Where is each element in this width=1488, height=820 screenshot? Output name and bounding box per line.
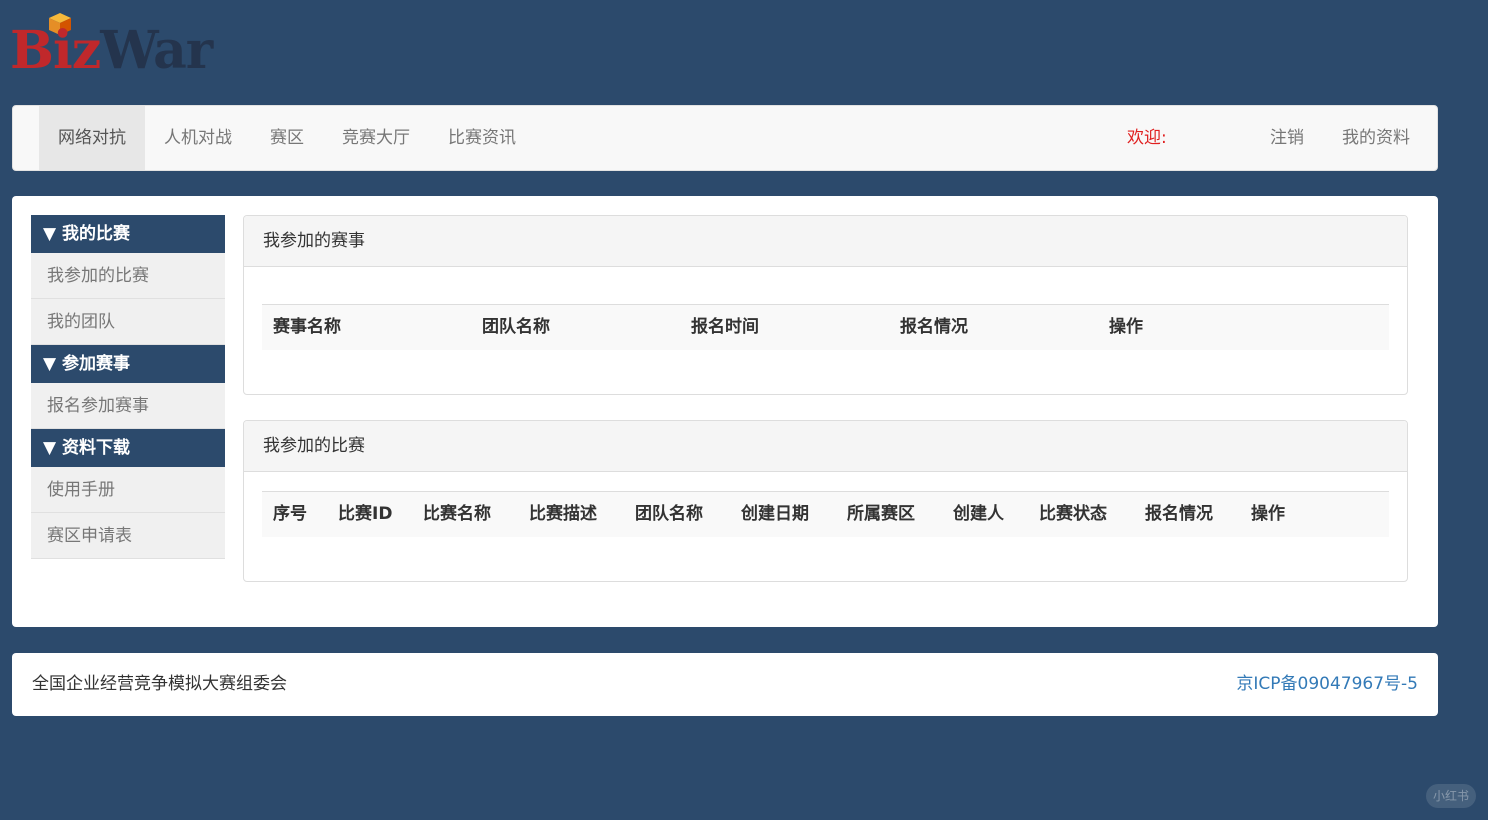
- sidebar-item-register-event[interactable]: 报名参加赛事: [31, 383, 225, 429]
- nav-item-competition-hall[interactable]: 竞赛大厅: [323, 106, 429, 170]
- brand-logo[interactable]: BizWar: [10, 12, 213, 84]
- nav-item-ai-battle[interactable]: 人机对战: [145, 106, 251, 170]
- nav-item-division[interactable]: 赛区: [251, 106, 323, 170]
- logout-link[interactable]: 注销: [1251, 106, 1323, 170]
- column-header: 创建人: [953, 504, 1004, 524]
- column-header: 比赛状态: [1039, 504, 1107, 524]
- column-header: 比赛ID: [338, 504, 393, 524]
- column-header: 比赛描述: [529, 504, 597, 524]
- column-header: 团队名称: [635, 504, 703, 524]
- column-header: 团队名称: [482, 317, 550, 337]
- footer: 全国企业经营竞争模拟大赛组委会 京ICP备09047967号-5: [12, 653, 1438, 716]
- panel-title: 我参加的比赛: [244, 421, 1407, 472]
- column-header: 比赛名称: [423, 504, 491, 524]
- joined-events-panel: 我参加的赛事 赛事名称 团队名称 报名时间 报名情况 操作: [243, 215, 1408, 395]
- matches-table-header: 序号 比赛ID 比赛名称 比赛描述 团队名称 创建日期 所属赛区 创建人 比赛状…: [262, 491, 1389, 537]
- top-navbar: 网络对抗 人机对战 赛区 竞赛大厅 比赛资讯 欢迎: 注销 我的资料: [12, 105, 1438, 171]
- main-content: ▼ 我的比赛 我参加的比赛 我的团队 ▼ 参加赛事 报名参加赛事 ▼ 资料下载 …: [12, 196, 1438, 627]
- my-profile-link[interactable]: 我的资料: [1323, 106, 1429, 170]
- sidebar-item-my-team[interactable]: 我的团队: [31, 299, 225, 345]
- column-header: 操作: [1251, 504, 1285, 524]
- sidebar: ▼ 我的比赛 我参加的比赛 我的团队 ▼ 参加赛事 报名参加赛事 ▼ 资料下载 …: [31, 215, 225, 559]
- nav-item-network-battle[interactable]: 网络对抗: [39, 106, 145, 170]
- logo-text-biz: Biz: [10, 20, 101, 81]
- joined-matches-panel: 我参加的比赛 序号 比赛ID 比赛名称 比赛描述 团队名称 创建日期 所属赛区 …: [243, 420, 1408, 582]
- welcome-text: 欢迎:: [1127, 128, 1167, 148]
- footer-org-name: 全国企业经营竞争模拟大赛组委会: [32, 674, 287, 694]
- sidebar-item-user-manual[interactable]: 使用手册: [31, 467, 225, 513]
- nav-menu: 网络对抗 人机对战 赛区 竞赛大厅 比赛资讯: [39, 106, 535, 170]
- sidebar-item-joined-matches[interactable]: 我参加的比赛: [31, 253, 225, 299]
- events-table-header: 赛事名称 团队名称 报名时间 报名情况 操作: [262, 304, 1389, 350]
- logo-text-war: War: [100, 20, 213, 81]
- sidebar-item-division-application[interactable]: 赛区申请表: [31, 513, 225, 559]
- logo-text: BizWar: [10, 20, 213, 82]
- sidebar-header-my-matches[interactable]: ▼ 我的比赛: [31, 215, 225, 253]
- column-header: 所属赛区: [847, 504, 915, 524]
- watermark-badge: 小红书: [1426, 784, 1476, 808]
- column-header: 报名时间: [691, 317, 759, 337]
- column-header: 创建日期: [741, 504, 809, 524]
- sidebar-header-downloads[interactable]: ▼ 资料下载: [31, 429, 225, 467]
- column-header: 操作: [1109, 317, 1143, 337]
- nav-item-news[interactable]: 比赛资讯: [429, 106, 535, 170]
- panel-title: 我参加的赛事: [244, 216, 1407, 267]
- column-header: 报名情况: [900, 317, 968, 337]
- nav-user-menu: 注销 我的资料: [1251, 106, 1429, 170]
- column-header: 赛事名称: [273, 317, 341, 337]
- sidebar-header-join-events[interactable]: ▼ 参加赛事: [31, 345, 225, 383]
- icp-license-link[interactable]: 京ICP备09047967号-5: [1236, 653, 1418, 716]
- column-header: 序号: [273, 504, 307, 524]
- column-header: 报名情况: [1145, 504, 1213, 524]
